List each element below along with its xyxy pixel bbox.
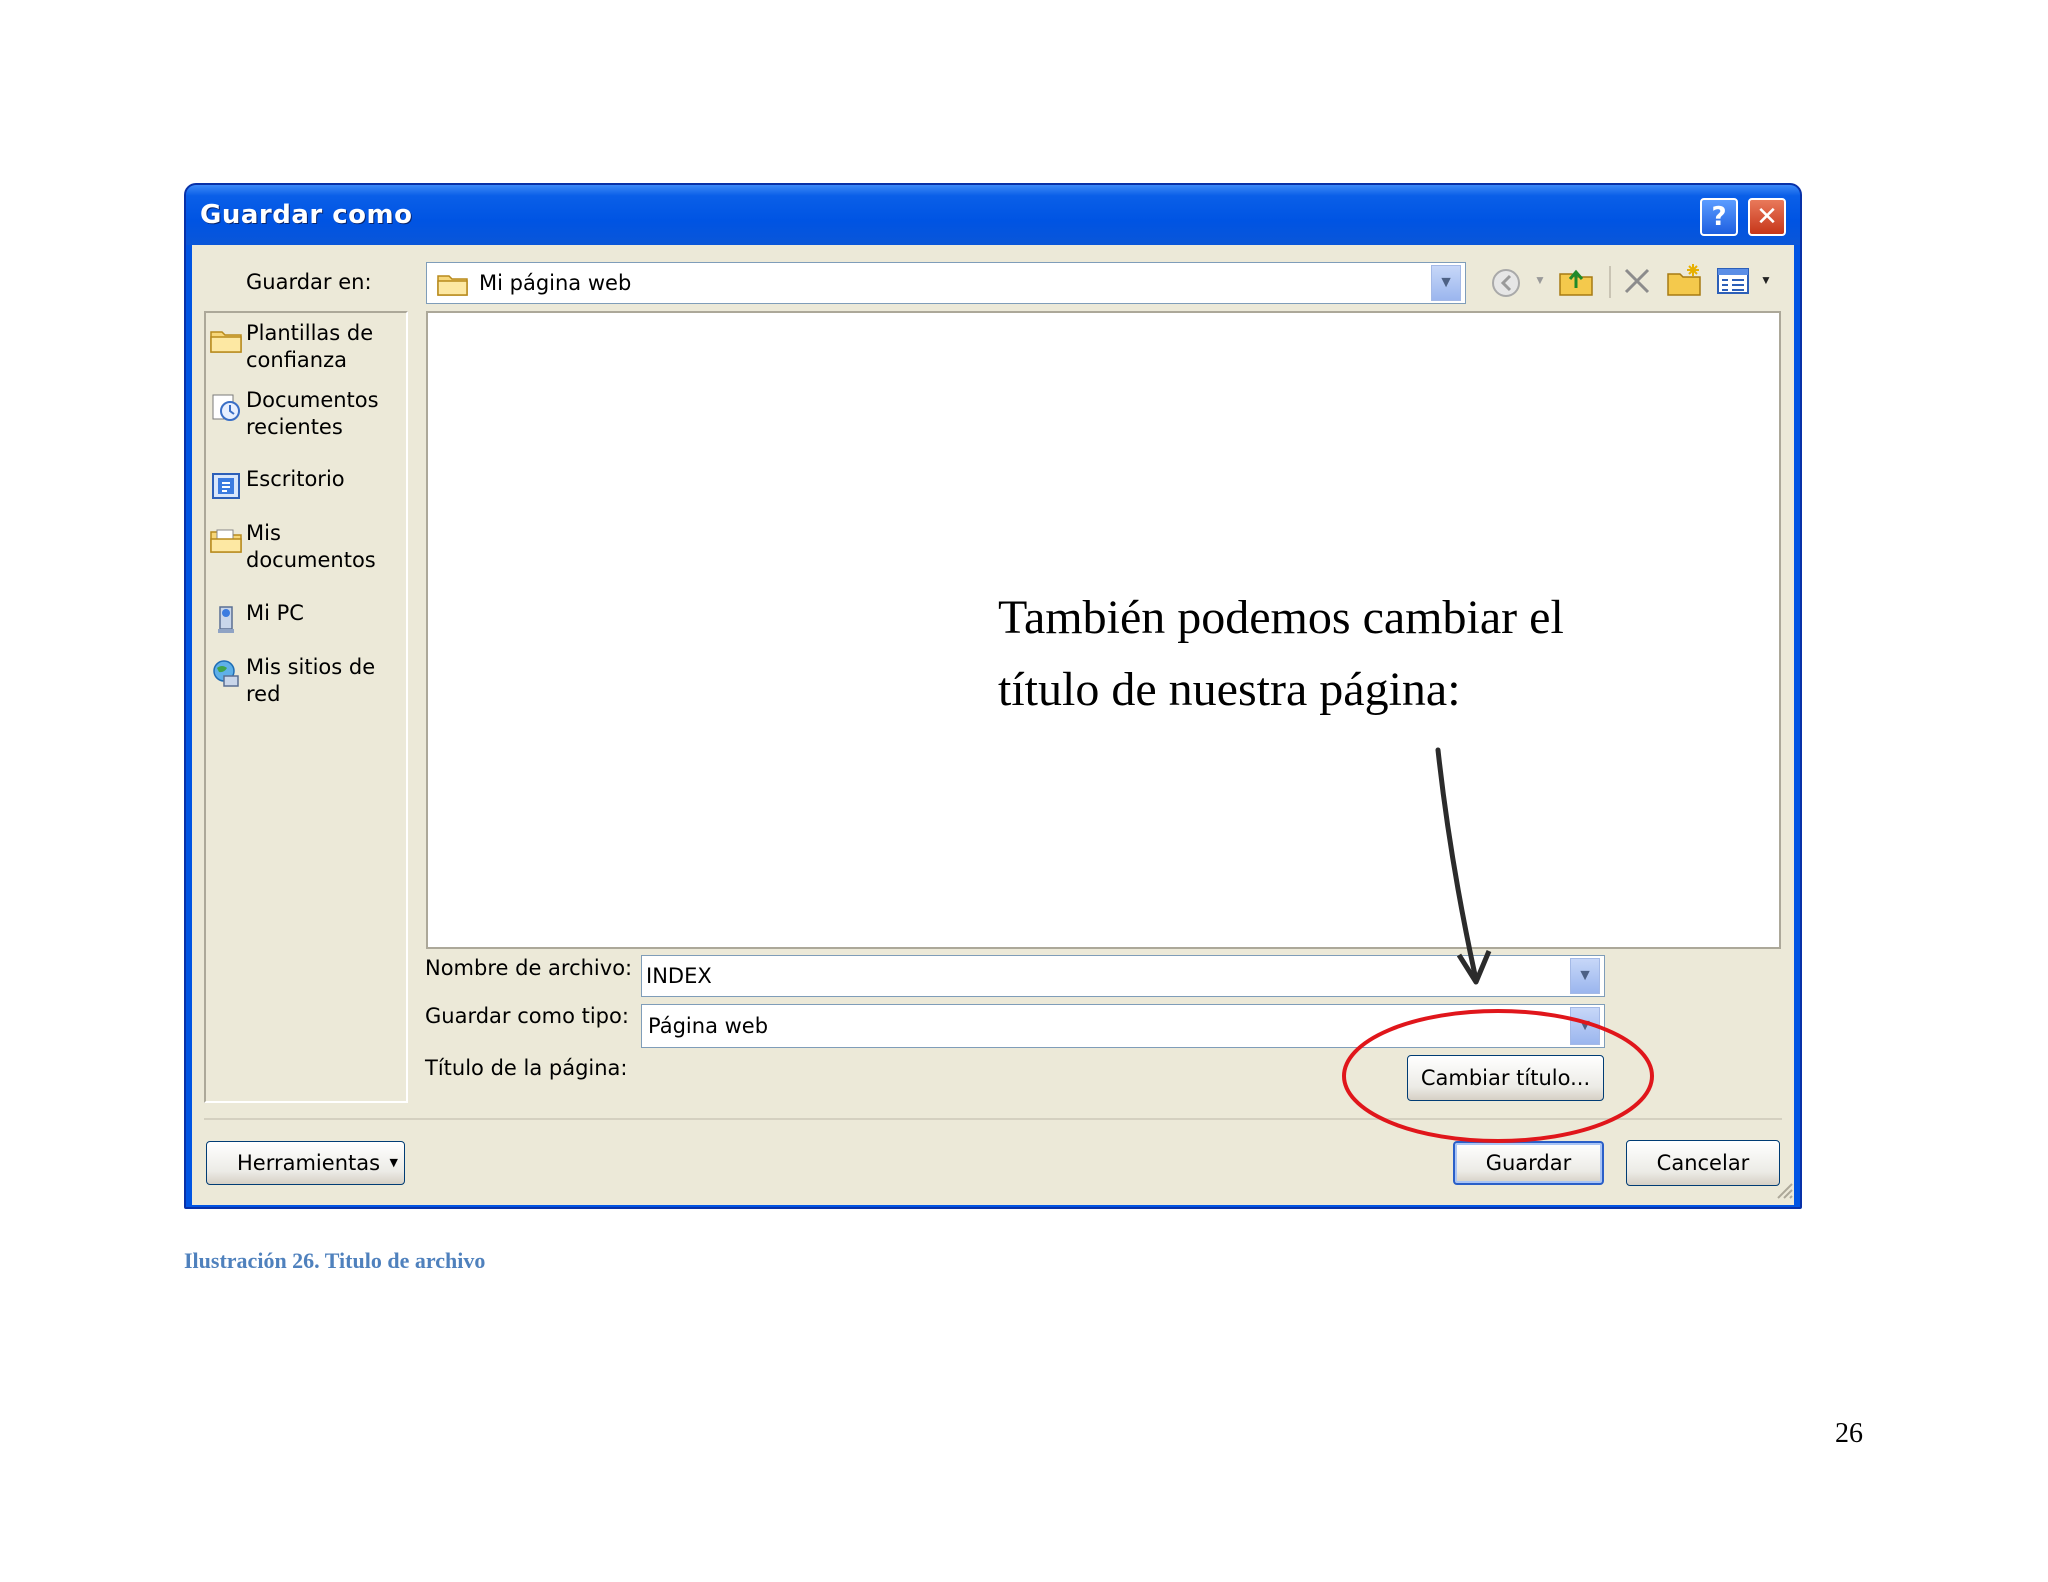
annotation-arrow [1435,747,1478,978]
figure-caption: Ilustración 26. Titulo de archivo [184,1248,486,1273]
page-number: 26 [1835,1418,1863,1449]
highlight-ellipse [1342,1009,1654,1143]
annotation-overlay [1342,747,1654,1143]
